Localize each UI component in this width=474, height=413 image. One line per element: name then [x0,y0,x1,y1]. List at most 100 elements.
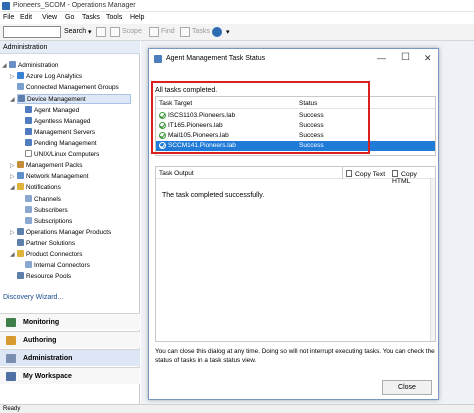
help-icon[interactable] [212,27,222,37]
workspace-administration[interactable]: Administration [0,349,140,366]
folder-icon [17,250,24,257]
expand-icon[interactable]: ▷ [10,162,15,169]
linux-icon [25,150,32,157]
minimize-icon[interactable]: — [377,53,386,63]
tree-item-administration[interactable]: Administration [9,61,59,71]
tree-item-internal-connectors[interactable]: Internal Connectors [25,261,90,271]
copy-html-button[interactable]: Copy HTML [392,170,435,185]
operations-manager-icon [2,2,10,10]
tree-item-subscribers[interactable]: Subscribers [25,206,68,216]
tree-item-network-management[interactable]: Network Management [17,172,89,182]
collapse-icon[interactable]: ◢ [10,251,15,258]
workspace-authoring[interactable]: Authoring [0,331,140,348]
search-button[interactable]: Search [64,28,86,35]
tree-item-label: Resource Pools [26,273,72,280]
collapse-icon[interactable]: ◢ [10,184,15,191]
scope-button[interactable]: Scope [122,28,142,35]
tree-item-device-management[interactable]: Device Management [17,94,131,104]
tree-item-unix-linux-computers[interactable]: UNIX/Linux Computers [25,150,99,160]
tasks-icon[interactable] [180,27,190,37]
toolbar: Search ▾ Scope Find Tasks ▾ [0,24,474,41]
azure-icon [17,72,24,79]
menu-file[interactable]: File [3,14,14,21]
workspace-my-workspace[interactable]: My Workspace [0,367,140,384]
workspace-label: Monitoring [23,319,60,326]
expand-icon[interactable]: ▷ [10,229,15,236]
scope-icon[interactable] [110,27,120,37]
close-button[interactable]: Close [382,380,432,395]
maximize-icon[interactable]: ☐ [401,52,410,63]
find-button[interactable]: Find [161,28,175,35]
tree-item-resource-pools[interactable]: Resource Pools [17,272,71,282]
menu-tasks[interactable]: Tasks [82,14,100,21]
tree-item-management-packs[interactable]: Management Packs [17,161,82,171]
tasks-button[interactable]: Tasks [192,28,210,35]
tree-item-management-servers[interactable]: Management Servers [25,128,95,138]
computer-icon [25,117,32,124]
tree-item-label: Connected Management Groups [26,84,119,91]
workspace-monitoring[interactable]: Monitoring [0,313,140,330]
discovery-wizard-link[interactable]: Discovery Wizard... [3,294,63,301]
menu-help[interactable]: Help [130,14,144,21]
copy-text-button[interactable]: Copy Text [346,170,385,178]
workspace-label: Administration [23,355,73,362]
dialog-info-text: You can close this dialog at any time. D… [155,348,435,364]
menu-tools[interactable]: Tools [106,14,122,21]
tree-item-connected-management-groups[interactable]: Connected Management Groups [17,83,119,93]
search-input[interactable] [3,26,61,38]
task-output-label: Task Output [159,170,194,177]
menu-view[interactable]: View [42,14,57,21]
tree-item-agent-managed[interactable]: Agent Managed [25,106,79,116]
tree-item-azure-log-analytics[interactable]: Azure Log Analytics [17,72,82,82]
dialog-title-bar: Agent Management Task Status — ☐ ✕ [149,49,438,68]
tree-item-label: Operations Manager Products [26,229,112,236]
collapse-icon[interactable]: ◢ [2,62,7,69]
properties-icon[interactable] [96,27,106,37]
tree-item-subscriptions[interactable]: Subscriptions [25,217,72,227]
tree-item-product-connectors[interactable]: Product Connectors [17,250,82,260]
workspace-label: My Workspace [23,373,72,380]
tree-item-notifications[interactable]: Notifications [17,183,61,193]
highlight-box [151,81,370,154]
copy-text-label: Copy Text [355,171,386,178]
groups-icon [17,83,24,90]
tree-item-label: Agentless Managed [34,118,91,125]
tree-item-label: Channels [34,196,62,203]
navigation-pane: Administration ◢ Administration ▷ Azure … [0,41,140,404]
network-icon [17,172,24,179]
tree-item-agentless-managed[interactable]: Agentless Managed [25,117,91,127]
expand-icon[interactable]: ▷ [10,173,15,180]
my-workspace-icon [6,372,16,381]
device-icon [18,95,25,102]
computer-icon [25,106,32,113]
find-icon[interactable] [149,27,159,37]
status-text: Ready [3,406,21,412]
expand-icon[interactable]: ▷ [10,73,15,80]
tree-item-label: Notifications [26,184,61,191]
tree-item-channels[interactable]: Channels [25,195,61,205]
close-icon[interactable]: ✕ [424,53,432,64]
tree-item-label: Partner Solutions [26,240,76,247]
tree-item-label: Agent Managed [34,107,80,114]
monitoring-icon [6,318,16,327]
tree-item-partner-solutions[interactable]: Partner Solutions [17,239,75,249]
menu-go[interactable]: Go [65,14,74,21]
tree-item-operations-manager-products[interactable]: Operations Manager Products [17,228,111,238]
navigation-header-label: Administration [3,44,48,51]
admin-icon [9,61,16,68]
copy-icon [392,170,398,177]
menu-edit[interactable]: Edit [20,14,32,21]
collapse-icon[interactable]: ◢ [10,96,15,103]
tree-item-pending-management[interactable]: Pending Management [25,139,97,149]
search-dropdown-icon[interactable]: ▾ [88,28,92,36]
partner-icon [17,239,24,246]
copy-icon [346,170,352,177]
tree-item-label: Pending Management [34,140,97,147]
tree-item-label: Management Packs [26,162,83,169]
navigation-header: Administration [0,41,140,54]
output-scrollbar[interactable] [430,179,435,341]
channel-icon [25,195,32,202]
tree-item-label: Network Management [26,173,89,180]
help-dropdown-icon[interactable]: ▾ [226,28,230,36]
tree-item-label: UNIX/Linux Computers [34,151,100,158]
